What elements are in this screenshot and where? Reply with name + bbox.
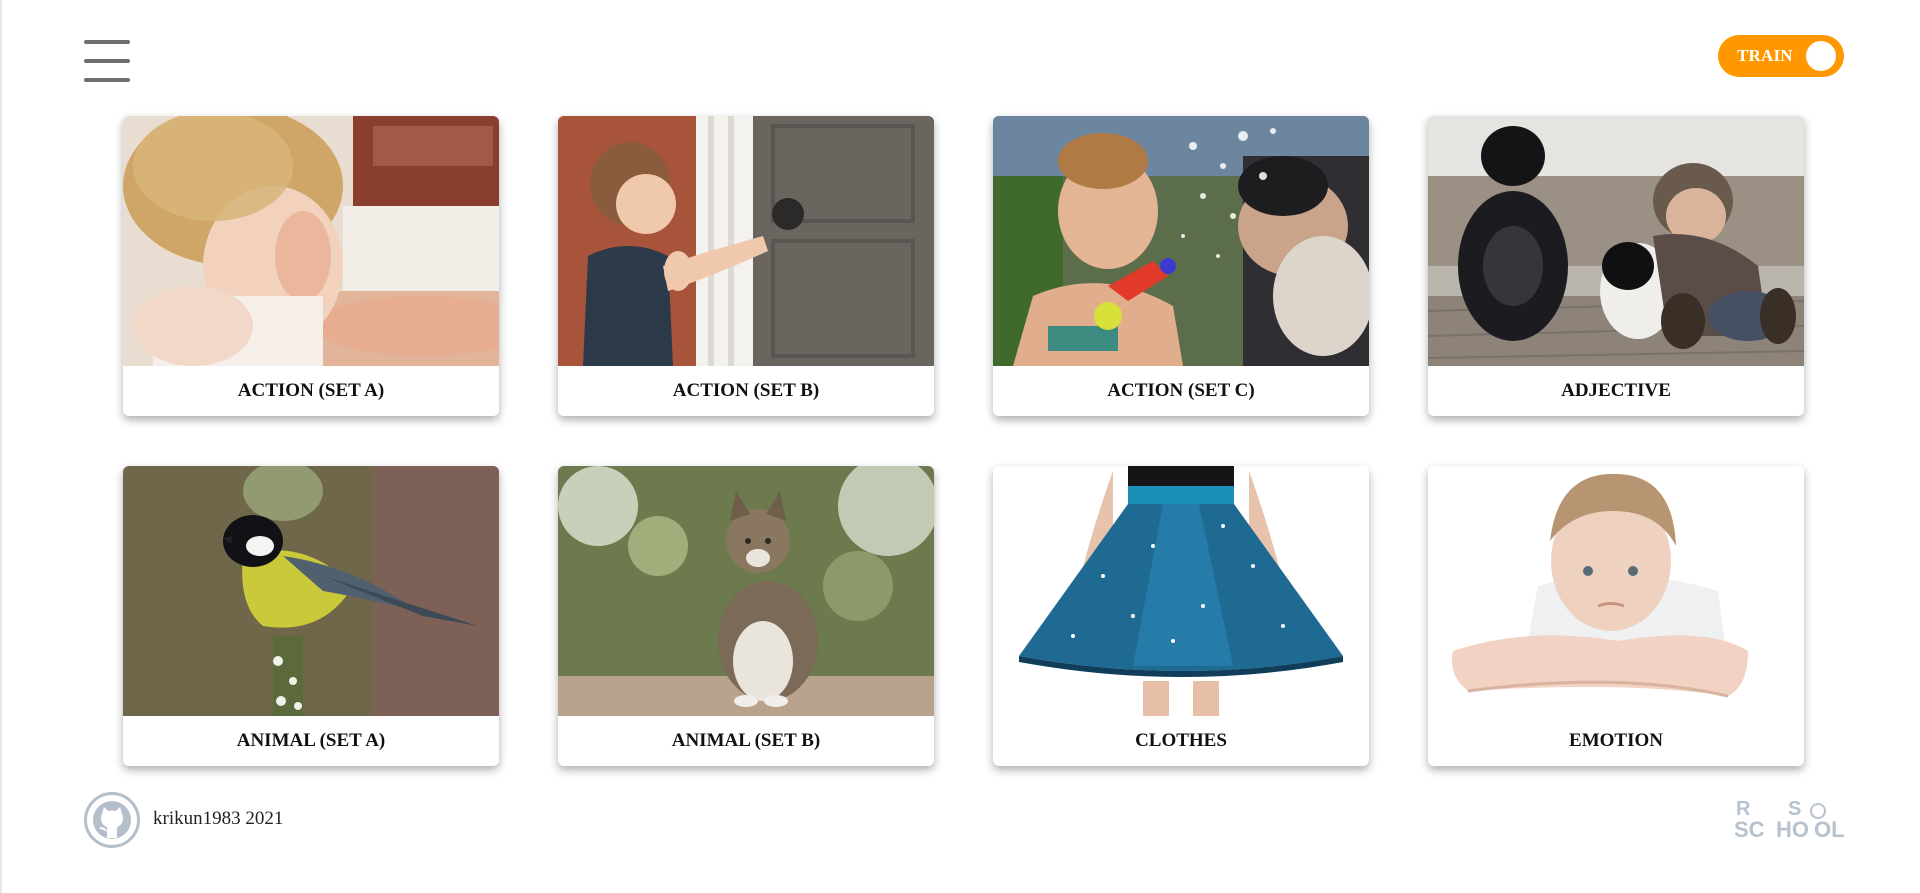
github-icon [93,801,131,839]
page-edge [0,0,2,893]
svg-text:SC: SC [1734,817,1765,841]
category-card[interactable]: CLOTHES [993,466,1369,766]
category-title: ANIMAL (SET B) [671,730,821,751]
category-title: ACTION (SET C) [1107,380,1255,401]
category-image-great-tit-bird [123,466,499,716]
author-credit: krikun1983 2021 [153,808,284,829]
category-card[interactable]: ACTION (SET C) [993,116,1369,416]
category-title: ACTION (SET B) [672,380,820,401]
category-title: ACTION (SET A) [237,380,385,401]
rs-school-logo-icon: R S SC HO OL [1734,798,1845,842]
hamburger-icon-bar [84,40,130,44]
category-title: ANIMAL (SET A) [236,730,386,751]
github-link[interactable] [84,792,140,848]
category-card[interactable]: ACTION (SET B) [558,116,934,416]
category-image-tabby-cat-sitting [558,466,934,716]
toggle-knob[interactable] [1806,41,1836,71]
category-title: ADJECTIVE [1561,380,1671,401]
category-image-boy-opening-door [558,116,934,366]
category-image-blue-skirt [993,466,1369,716]
toggle-label: TRAIN [1737,46,1793,65]
category-image-sad-boy [1428,466,1804,716]
category-title: EMOTION [1569,730,1663,751]
category-grid: ACTION (SET A) ACTION (SET B) ACTION (SE… [123,116,1807,766]
rs-school-logo[interactable]: R S SC HO OL [1730,797,1846,842]
category-image-child-covering-face [123,116,499,366]
category-card[interactable]: EMOTION [1428,466,1804,766]
category-image-woman-water-gun-splash [993,116,1369,366]
category-card[interactable]: ACTION (SET A) [123,116,499,416]
hamburger-menu-button[interactable] [84,38,130,84]
category-image-boy-with-two-dogs [1428,116,1804,366]
category-card[interactable]: ADJECTIVE [1428,116,1804,416]
category-title: CLOTHES [1135,730,1227,751]
train-play-toggle[interactable]: TRAIN [1718,35,1844,77]
hamburger-icon-bar [84,78,130,82]
category-card[interactable]: ANIMAL (SET A) [123,466,499,766]
category-card[interactable]: ANIMAL (SET B) [558,466,934,766]
hamburger-icon-bar [84,59,130,63]
svg-text:OL: OL [1814,817,1845,841]
svg-text:HO: HO [1776,817,1809,841]
